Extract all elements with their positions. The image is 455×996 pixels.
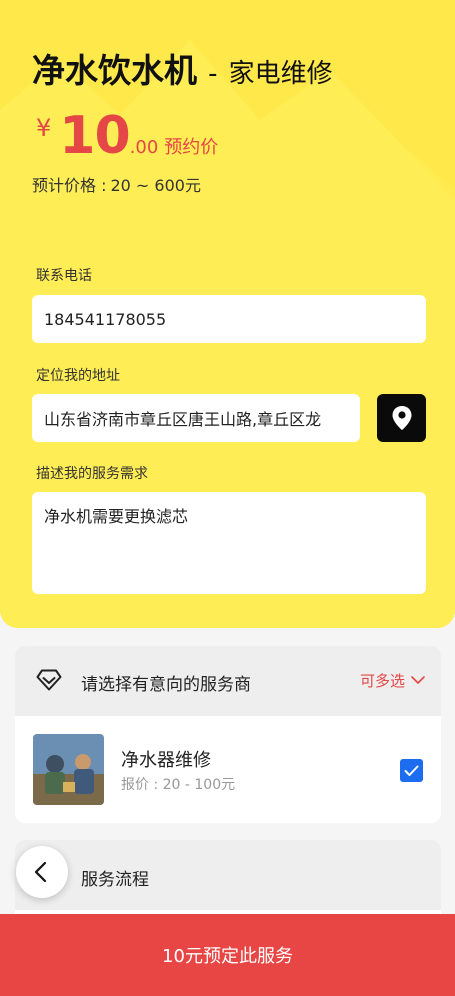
book-service-label: 10元预定此服务	[162, 946, 293, 967]
price-range: 预计价格 :20 ~ 600元	[32, 172, 201, 196]
process-header-title: 服务流程	[81, 870, 149, 890]
price-display: ¥10.00 预约价	[36, 106, 218, 166]
address-input[interactable]	[32, 394, 360, 442]
location-pin-icon	[392, 406, 411, 430]
multi-select-label: 可多选	[359, 672, 405, 690]
provider-name: 净水器维修	[121, 750, 211, 771]
title-main: 净水饮水机	[32, 51, 197, 90]
price-decimal: .00	[129, 137, 159, 158]
provider-card: 请选择有意向的服务商 可多选 净水器维修 报价 : 20 - 100元	[15, 646, 441, 823]
price-label: 预约价	[164, 137, 219, 158]
title-separator: -	[208, 59, 218, 89]
back-button[interactable]	[16, 846, 68, 898]
diamond-icon	[36, 669, 62, 691]
title-subtitle: 家电维修	[228, 59, 333, 89]
book-service-button[interactable]: 10元预定此服务	[0, 914, 455, 996]
provider-thumbnail	[33, 734, 104, 805]
checkmark-icon	[404, 765, 419, 776]
multi-select-toggle[interactable]: 可多选	[360, 670, 425, 691]
provider-price: 报价 : 20 - 100元	[121, 777, 236, 793]
page-title: 净水饮水机 - 家电维修	[32, 44, 333, 92]
chevron-down-icon	[411, 676, 425, 684]
phone-label: 联系电话	[36, 268, 92, 284]
address-label: 定位我的地址	[36, 368, 120, 384]
provider-list-item[interactable]: 净水器维修 报价 : 20 - 100元	[15, 716, 441, 822]
hero-panel: 净水饮水机 - 家电维修 ¥10.00 预约价 预计价格 :20 ~ 600元 联…	[0, 0, 455, 628]
need-label: 描述我的服务需求	[36, 466, 148, 482]
provider-checkbox[interactable]	[400, 759, 423, 782]
locate-button[interactable]	[377, 394, 426, 442]
currency-symbol: ¥	[36, 114, 52, 142]
process-card-header: 服务流程	[15, 840, 441, 910]
back-arrow-icon	[34, 861, 47, 883]
price-range-label: 预计价格 :	[32, 176, 107, 195]
provider-header-title: 请选择有意向的服务商	[81, 675, 251, 695]
price-integer: 10	[59, 106, 130, 166]
phone-input[interactable]	[32, 295, 426, 343]
need-textarea[interactable]: 净水机需要更换滤芯	[32, 492, 426, 594]
price-range-value: 20 ~ 600元	[110, 176, 201, 195]
provider-card-header: 请选择有意向的服务商 可多选	[15, 646, 441, 716]
